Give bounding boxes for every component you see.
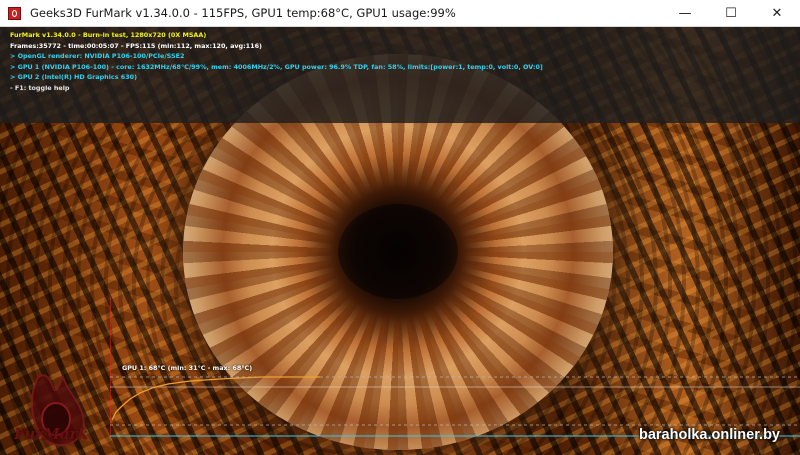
info-gpu2: > GPU 2 (Intel(R) HD Graphics 630) xyxy=(10,73,137,81)
minimize-button[interactable]: — xyxy=(662,0,708,26)
gpu1-temperature-label: GPU 1: 68°C (min: 31°C - max: 68°C) xyxy=(122,364,253,372)
fur-donut-center xyxy=(338,204,458,299)
info-gpu1-stats: > GPU 1 (NVIDIA P106-100) - core: 1632MH… xyxy=(10,62,543,71)
info-benchmark-title: FurMark v1.34.0.0 - Burn-in test, 1280x7… xyxy=(10,31,207,39)
window-titlebar[interactable]: Geeks3D FurMark v1.34.0.0 - 115FPS, GPU1… xyxy=(0,0,800,27)
render-viewport[interactable]: FurMark v1.34.0.0 - Burn-in test, 1280x7… xyxy=(0,27,800,455)
gpu1-temperature-series xyxy=(111,376,320,421)
gpu-temperature-graph: GPU 1: 68°C (min: 31°C - max: 68°C) xyxy=(109,297,800,437)
window-controls: — ☐ ✕ xyxy=(662,0,800,26)
watermark-text: baraholka.onliner.by xyxy=(638,427,780,443)
furmark-app-icon[interactable] xyxy=(8,6,21,20)
info-opengl-renderer: > OpenGL renderer: NVIDIA P106-100/PCIe/… xyxy=(10,52,185,60)
info-help-hint: - F1: toggle help xyxy=(10,83,70,92)
furmark-logo-text: FurMark xyxy=(14,425,88,443)
maximize-button[interactable]: ☐ xyxy=(708,0,754,26)
info-frame-stats: Frames:35772 - time:00:05:07 - FPS:115 (… xyxy=(10,41,262,50)
info-overlay: FurMark v1.34.0.0 - Burn-in test, 1280x7… xyxy=(0,27,800,123)
close-button[interactable]: ✕ xyxy=(754,0,800,26)
window-title: Geeks3D FurMark v1.34.0.0 - 115FPS, GPU1… xyxy=(30,6,456,20)
